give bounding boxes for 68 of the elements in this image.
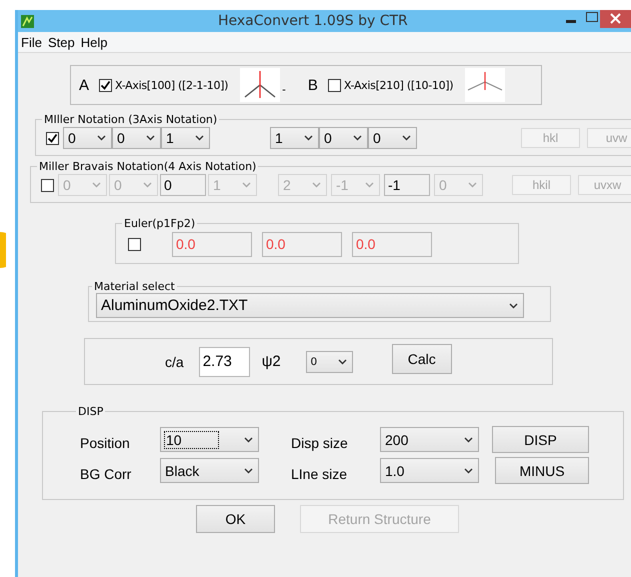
dropdown[interactable]: 1.0 xyxy=(380,458,479,483)
dropdown[interactable]: Black xyxy=(160,458,259,483)
field-label: c/a xyxy=(165,354,184,370)
chevron-icon xyxy=(402,135,411,141)
axis-diagram-icon xyxy=(465,68,506,102)
minimize-icon[interactable] xyxy=(566,20,576,24)
checkbox[interactable] xyxy=(128,238,141,250)
dropdown[interactable]: 0 xyxy=(112,127,161,149)
axis-letter: A xyxy=(79,76,90,94)
dropdown[interactable]: 0 xyxy=(63,127,112,149)
field-label: Position xyxy=(80,434,131,450)
checkbox[interactable] xyxy=(99,78,112,92)
separator-mark: - xyxy=(282,84,286,96)
chevron-icon xyxy=(97,135,106,141)
input-field[interactable]: 0 xyxy=(160,174,206,196)
dropdown[interactable]: 0 xyxy=(319,127,368,149)
field-label: ψ2 xyxy=(262,353,281,370)
dropdown[interactable]: 0 xyxy=(306,350,353,372)
chevron-icon xyxy=(365,182,374,188)
chevron-icon xyxy=(468,182,477,188)
chevron-icon xyxy=(146,135,155,141)
material-dropdown[interactable]: AluminumOxide2.TXT xyxy=(96,293,524,318)
window-title: HexaConvert 1.09S by CTR xyxy=(218,13,408,29)
chevron-icon xyxy=(304,135,313,141)
group-label: DISP xyxy=(77,405,104,418)
checkbox-label[interactable]: X-Axis[210] ([10-10]) xyxy=(344,78,454,92)
axis-diagram-icon xyxy=(240,68,280,102)
field-label: Disp size xyxy=(291,434,349,450)
dialog-button[interactable]: OK xyxy=(196,505,275,533)
dropdown[interactable]: 200 xyxy=(380,427,479,452)
checkbox[interactable] xyxy=(328,78,341,92)
display-button[interactable]: MINUS xyxy=(495,457,589,484)
axis-letter: B xyxy=(308,76,318,94)
app-icon xyxy=(21,14,34,28)
field-label: BG Corr xyxy=(80,466,132,482)
menu-item[interactable]: Step xyxy=(48,34,75,50)
dropdown[interactable]: 1 xyxy=(161,127,210,149)
checkbox[interactable] xyxy=(41,178,54,192)
chevron-icon xyxy=(143,182,152,188)
ratio-field[interactable]: 2.73 xyxy=(198,346,250,376)
chevron-icon xyxy=(92,182,101,188)
dropdown[interactable]: 10 xyxy=(160,427,259,452)
chevron-icon xyxy=(244,468,253,474)
chevron-icon xyxy=(242,182,251,188)
chevron-icon xyxy=(464,468,473,474)
close-icon[interactable] xyxy=(600,10,631,28)
group-label: Miller Bravais Notation(4 Axis Notation) xyxy=(38,160,258,173)
calc-button[interactable]: Calc xyxy=(392,344,452,374)
input-field[interactable]: -1 xyxy=(384,174,430,196)
group-label: MIller Notation (3Axis Notation) xyxy=(43,113,218,126)
chevron-icon xyxy=(509,302,518,308)
chevron-icon xyxy=(353,135,362,141)
dropdown[interactable]: 0 xyxy=(368,127,417,149)
checkbox[interactable] xyxy=(46,132,59,144)
group-label: Material select xyxy=(93,280,176,293)
chevron-icon xyxy=(244,436,253,442)
checkbox-label[interactable]: X-Axis[100] ([2-1-10]) xyxy=(115,78,228,92)
field-label: LIne size xyxy=(291,466,348,482)
chevron-icon xyxy=(464,436,473,442)
menu-item[interactable]: Help xyxy=(80,34,108,50)
menu-item[interactable]: File xyxy=(21,34,42,50)
display-button[interactable]: DISP xyxy=(492,426,589,453)
chevron-icon xyxy=(195,135,204,141)
maximize-icon[interactable] xyxy=(586,12,598,22)
dropdown[interactable]: 1 xyxy=(270,127,319,149)
group-label: Euler(p1Fp2) xyxy=(123,217,196,230)
chevron-icon xyxy=(312,182,321,188)
chevron-icon xyxy=(338,358,347,364)
